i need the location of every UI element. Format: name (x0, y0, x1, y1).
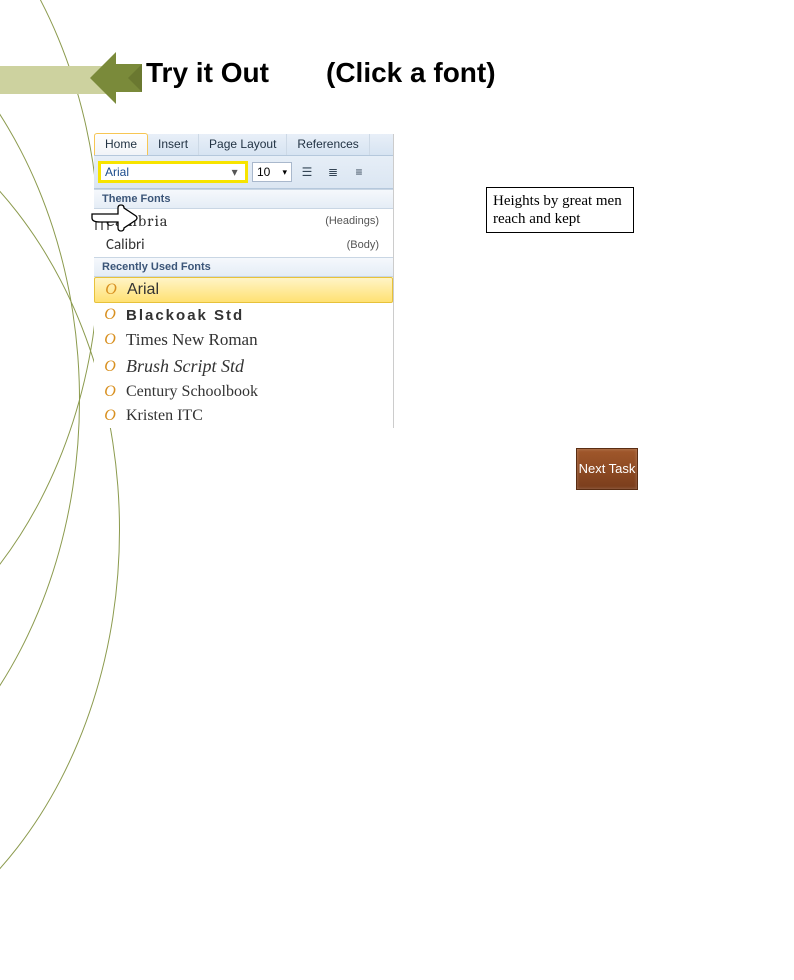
bullets-icon[interactable]: ☰ (296, 162, 318, 182)
word-screenshot: Home Insert Page Layout References Arial… (94, 134, 394, 428)
font-row-calibri[interactable]: Calibri (Body) (94, 233, 393, 257)
next-task-button[interactable]: Next Task (576, 448, 638, 490)
font-glyph-icon: O (103, 281, 119, 299)
font-row-cambria[interactable]: Cambria (Headings) (94, 209, 393, 233)
font-meta-label: (Body) (347, 239, 385, 251)
pointing-hand-icon (88, 200, 138, 236)
tab-insert[interactable]: Insert (148, 134, 199, 155)
font-row-blackoak[interactable]: O Blackoak Std (94, 303, 393, 327)
font-size-value: 10 (257, 165, 270, 179)
ribbon-row: Arial ▾ 10 ▾ ☰ ≣ ≡ (94, 156, 393, 189)
tab-page-layout[interactable]: Page Layout (199, 134, 287, 155)
font-name-label: Kristen ITC (122, 407, 203, 425)
title-arrow-icon (90, 52, 142, 104)
tab-home[interactable]: Home (94, 133, 148, 155)
next-task-label: Next Task (579, 461, 636, 477)
font-name-label: Times New Roman (122, 330, 258, 350)
numbering-icon[interactable]: ≣ (322, 162, 344, 182)
font-name-label: Arial (123, 281, 159, 299)
font-row-arial[interactable]: O Arial (94, 277, 393, 303)
theme-fonts-list: Cambria (Headings) Calibri (Body) (94, 209, 393, 257)
sample-text-box: Heights by great men reach and kept (486, 187, 634, 233)
font-name-label: Brush Script Std (122, 356, 244, 377)
font-meta-label: (Headings) (325, 215, 385, 227)
font-row-brush-script[interactable]: O Brush Script Std (94, 353, 393, 380)
font-glyph-icon: O (102, 383, 118, 401)
font-glyph-icon: O (102, 407, 118, 425)
chevron-down-icon[interactable]: ▾ (282, 167, 287, 178)
page-title: Try it Out (146, 57, 269, 89)
tab-references[interactable]: References (287, 134, 369, 155)
recent-fonts-list: O Arial O Blackoak Std O Times New Roman… (94, 277, 393, 428)
font-glyph-icon: O (102, 358, 118, 376)
decorative-curve (0, 0, 100, 700)
font-row-times[interactable]: O Times New Roman (94, 327, 393, 353)
ribbon-tabs: Home Insert Page Layout References (94, 134, 393, 156)
multilevel-icon[interactable]: ≡ (348, 162, 370, 182)
recent-fonts-header: Recently Used Fonts (94, 257, 393, 277)
font-row-kristen[interactable]: O Kristen ITC (94, 404, 393, 428)
font-glyph-icon: O (102, 331, 118, 349)
theme-fonts-header: Theme Fonts (94, 189, 393, 209)
decorative-curve (0, 0, 80, 850)
font-name-input[interactable]: Arial ▾ (98, 161, 248, 183)
page-subtitle: (Click a font) (326, 57, 496, 89)
font-name-label: Century Schoolbook (122, 383, 258, 401)
font-name-label: Blackoak Std (122, 307, 244, 324)
font-glyph-icon: O (102, 306, 118, 324)
font-size-input[interactable]: 10 ▾ (252, 162, 292, 182)
font-row-century[interactable]: O Century Schoolbook (94, 380, 393, 404)
font-name-value: Arial (105, 165, 228, 179)
chevron-down-icon[interactable]: ▾ (228, 165, 241, 179)
font-name-label: Calibri (102, 236, 145, 254)
